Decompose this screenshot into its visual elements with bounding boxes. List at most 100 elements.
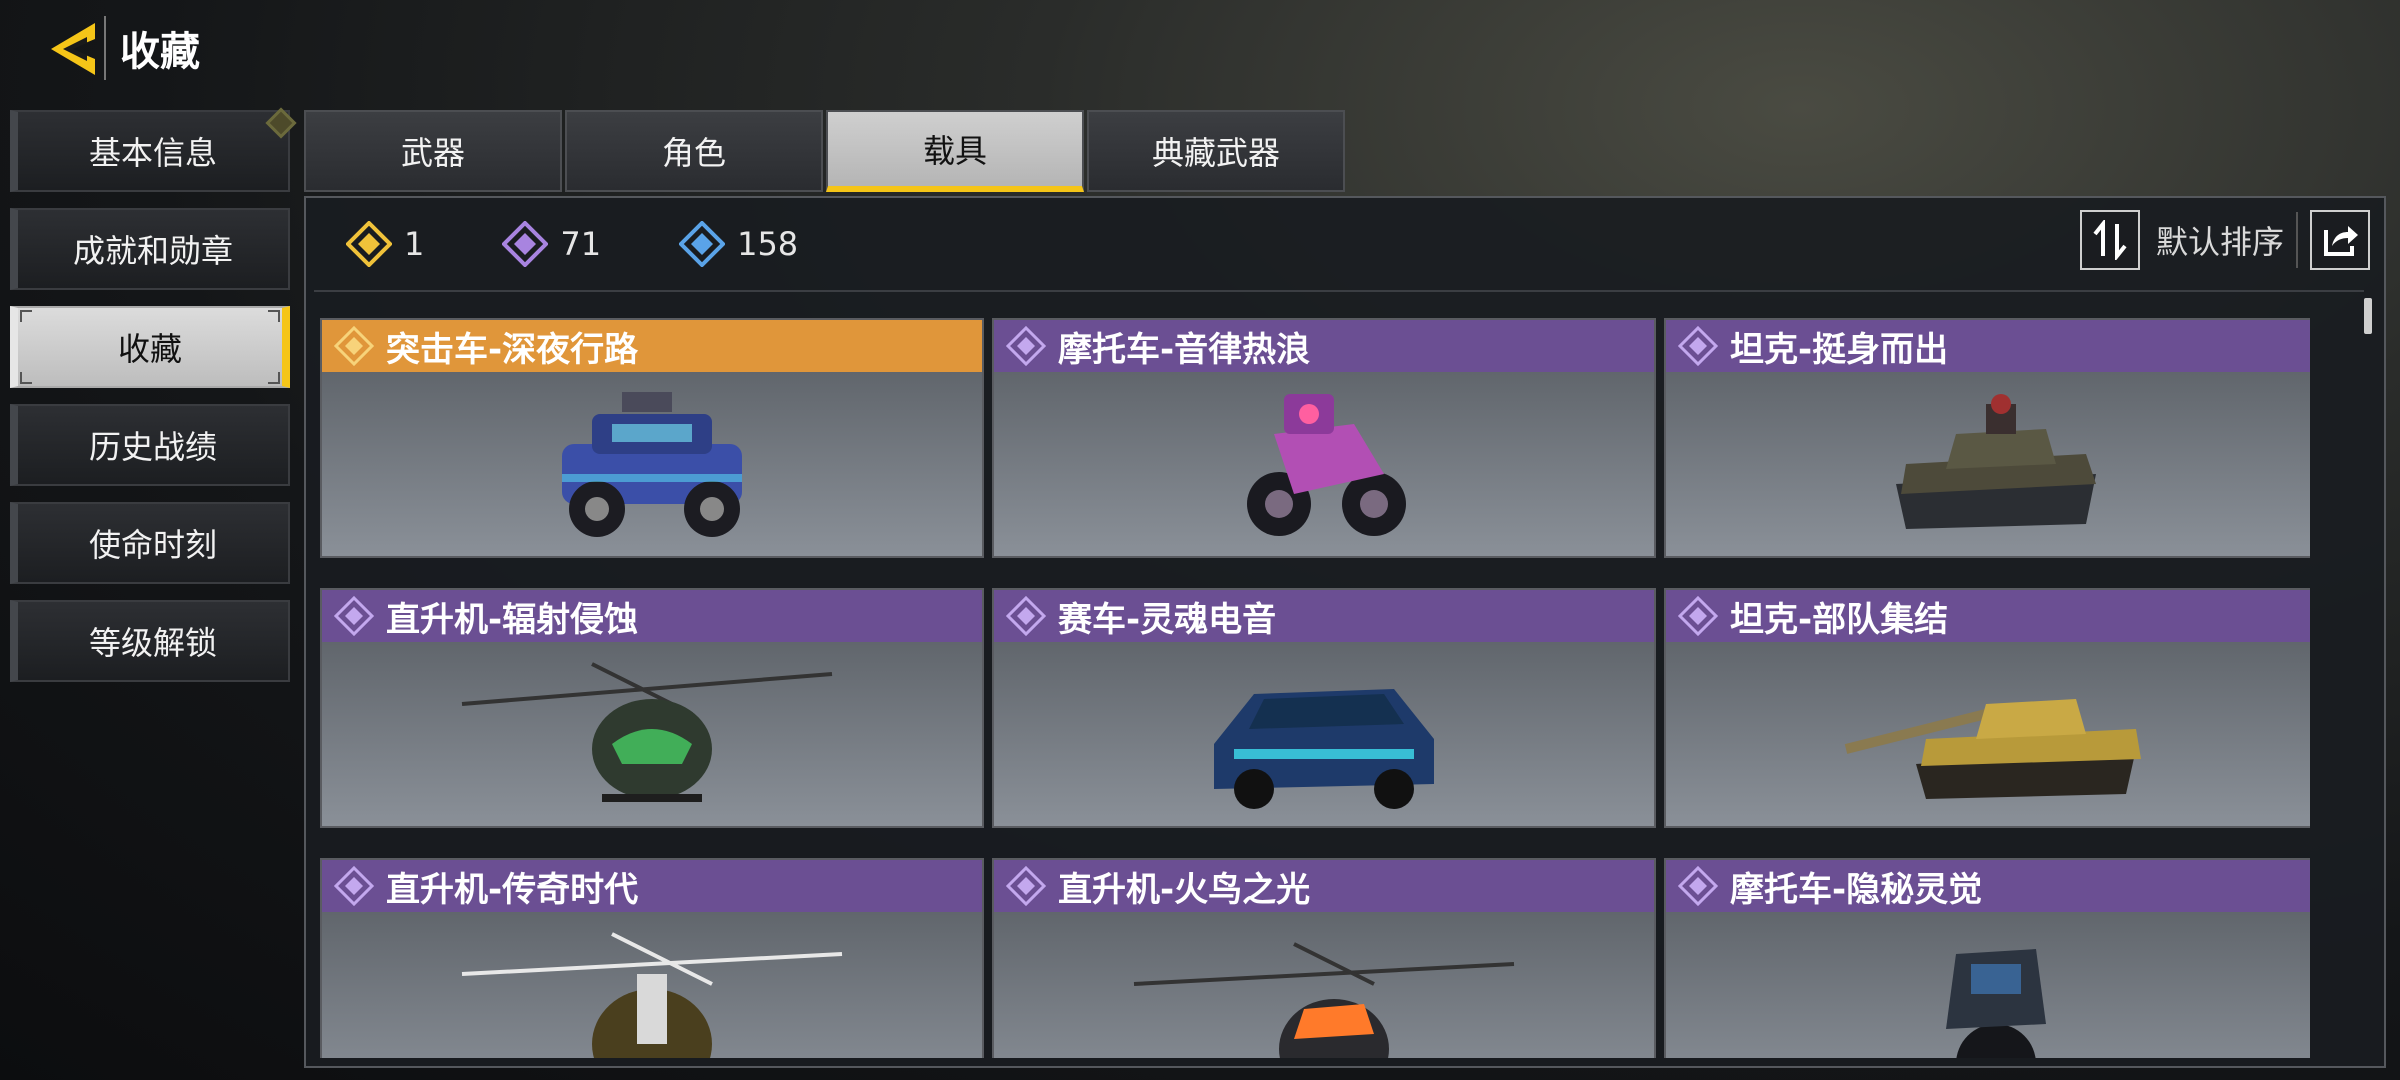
divider — [314, 290, 2364, 292]
share-icon — [2324, 226, 2358, 256]
motorcycle-image — [1247, 394, 1406, 536]
vehicle-name: 直升机-传奇时代 — [386, 869, 639, 910]
epic-rarity-icon — [1678, 326, 1718, 366]
side-item-achievements[interactable]: 成就和勋章 — [10, 208, 290, 290]
card-header: 突击车-深夜行路 — [322, 320, 982, 372]
vehicle-card[interactable]: 突击车-深夜行路 — [320, 318, 984, 558]
vehicle-preview — [322, 642, 982, 826]
dark-motorcycle-image — [1946, 949, 2046, 1058]
tank-image — [1896, 394, 2096, 529]
vehicle-preview — [1666, 372, 2310, 556]
epic-rarity-icon — [1678, 596, 1718, 636]
side-item-mission-moments[interactable]: 使命时刻 — [10, 502, 290, 584]
side-menu: 基本信息 成就和勋章 收藏 历史战绩 使命时刻 等级解锁 — [10, 107, 297, 698]
vehicle-name: 直升机-火鸟之光 — [1058, 869, 1311, 910]
epic-rarity-icon — [1006, 866, 1046, 906]
side-item-label: 基本信息 — [88, 134, 217, 172]
side-item-collection[interactable]: 收藏 — [10, 306, 290, 388]
card-header: 直升机-火鸟之光 — [994, 860, 1654, 912]
vehicle-card[interactable]: 摩托车-隐秘灵觉 — [1664, 858, 2310, 1058]
vehicle-preview — [1666, 642, 2310, 826]
gold-helicopter-image — [461, 932, 843, 1058]
side-item-basic-info[interactable]: 基本信息 — [10, 107, 297, 192]
vehicle-card[interactable]: 直升机-辐射侵蚀 — [320, 588, 984, 828]
side-item-level-unlock[interactable]: 等级解锁 — [10, 600, 290, 682]
side-item-label: 历史战绩 — [88, 428, 217, 466]
card-header: 坦克-部队集结 — [1666, 590, 2310, 642]
sort-area: 默认排序 — [2079, 210, 2370, 270]
stat-value: 158 — [737, 225, 799, 263]
vehicle-card[interactable]: 坦克-挺身而出 — [1664, 318, 2310, 558]
vehicle-card[interactable]: 直升机-传奇时代 — [320, 858, 984, 1058]
tab-weapons[interactable]: 武器 — [304, 110, 562, 192]
race-car-image — [1214, 689, 1434, 809]
vehicle-name: 赛车-灵魂电音 — [1058, 599, 1277, 640]
legendary-rarity-icon — [334, 326, 374, 366]
stat-value: 71 — [560, 225, 602, 263]
vehicle-preview — [994, 912, 1654, 1058]
side-item-history[interactable]: 历史战绩 — [10, 404, 290, 486]
page-title: 收藏 — [104, 16, 214, 80]
card-header: 摩托车-隐秘灵觉 — [1666, 860, 2310, 912]
vehicle-preview — [322, 912, 982, 1058]
vehicle-name: 摩托车-隐秘灵觉 — [1730, 869, 1983, 910]
stat-value: 1 — [404, 225, 425, 263]
vehicle-card[interactable]: 摩托车-音律热浪 — [992, 318, 1656, 558]
divider — [2296, 212, 2298, 268]
tab-vehicles[interactable]: 载具 — [826, 110, 1084, 192]
vehicle-card[interactable]: 坦克-部队集结 — [1664, 588, 2310, 828]
corner-mark — [20, 372, 32, 384]
rare-gem-icon — [679, 221, 726, 267]
gold-tank-image — [1844, 699, 2141, 799]
vehicle-preview — [994, 372, 1654, 556]
card-header: 赛车-灵魂电音 — [994, 590, 1654, 642]
card-header: 坦克-挺身而出 — [1666, 320, 2310, 372]
sort-toggle-button[interactable] — [2079, 210, 2140, 270]
side-item-label: 使命时刻 — [88, 526, 217, 564]
vehicle-grid: 突击车-深夜行路 摩托车-音律热浪 坦克-挺身而出 直升机-辐射侵蚀 赛车-灵魂… — [320, 318, 2310, 1058]
notification-diamond-icon — [265, 107, 297, 139]
vehicle-card[interactable]: 赛车-灵魂电音 — [992, 588, 1656, 828]
card-header: 直升机-辐射侵蚀 — [322, 590, 982, 642]
card-header: 直升机-传奇时代 — [322, 860, 982, 912]
stat-rare: 158 — [679, 221, 798, 267]
epic-rarity-icon — [1006, 596, 1046, 636]
category-tabs: 武器 角色 载具 典藏武器 — [304, 110, 1348, 192]
vehicle-name: 坦克-部队集结 — [1730, 599, 1949, 640]
sort-label[interactable]: 默认排序 — [2156, 217, 2284, 263]
epic-rarity-icon — [334, 596, 374, 636]
legendary-gem-icon — [346, 221, 392, 267]
corner-mark — [268, 372, 280, 384]
stat-legendary: 1 — [346, 221, 424, 267]
sort-toggle-icon — [2093, 220, 2127, 260]
side-item-label: 成就和勋章 — [72, 232, 233, 270]
card-header: 摩托车-音律热浪 — [994, 320, 1654, 372]
corner-mark — [268, 310, 280, 322]
orange-helicopter-image — [1133, 942, 1515, 1058]
side-item-label: 收藏 — [117, 330, 182, 368]
vehicle-preview — [322, 372, 982, 556]
vehicle-name: 突击车-深夜行路 — [386, 329, 639, 370]
collection-panel: 1 71 158 默认排序 突击车-深夜行路 摩托车-音律热浪 坦克-挺身而出 … — [304, 196, 2386, 1068]
scrollbar[interactable] — [2364, 298, 2372, 334]
epic-rarity-icon — [334, 866, 374, 906]
assault-vehicle-image — [562, 392, 742, 537]
helicopter-image — [461, 662, 833, 802]
vehicle-preview — [994, 642, 1654, 826]
epic-rarity-icon — [1678, 866, 1718, 906]
epic-rarity-icon — [1006, 326, 1046, 366]
corner-mark — [20, 310, 32, 322]
tab-collector-weapons[interactable]: 典藏武器 — [1087, 110, 1345, 192]
side-item-label: 等级解锁 — [88, 624, 217, 662]
back-button[interactable] — [40, 14, 110, 84]
share-button[interactable] — [2310, 210, 2370, 270]
vehicle-preview — [1666, 912, 2310, 1058]
epic-gem-icon — [502, 221, 549, 267]
tab-characters[interactable]: 角色 — [565, 110, 823, 192]
vehicle-name: 直升机-辐射侵蚀 — [386, 599, 639, 640]
rarity-stats: 1 71 158 — [346, 220, 876, 268]
vehicle-card[interactable]: 直升机-火鸟之光 — [992, 858, 1656, 1058]
vehicle-name: 坦克-挺身而出 — [1730, 329, 1949, 370]
chevron-left-icon — [51, 23, 95, 75]
vehicle-name: 摩托车-音律热浪 — [1058, 329, 1311, 370]
